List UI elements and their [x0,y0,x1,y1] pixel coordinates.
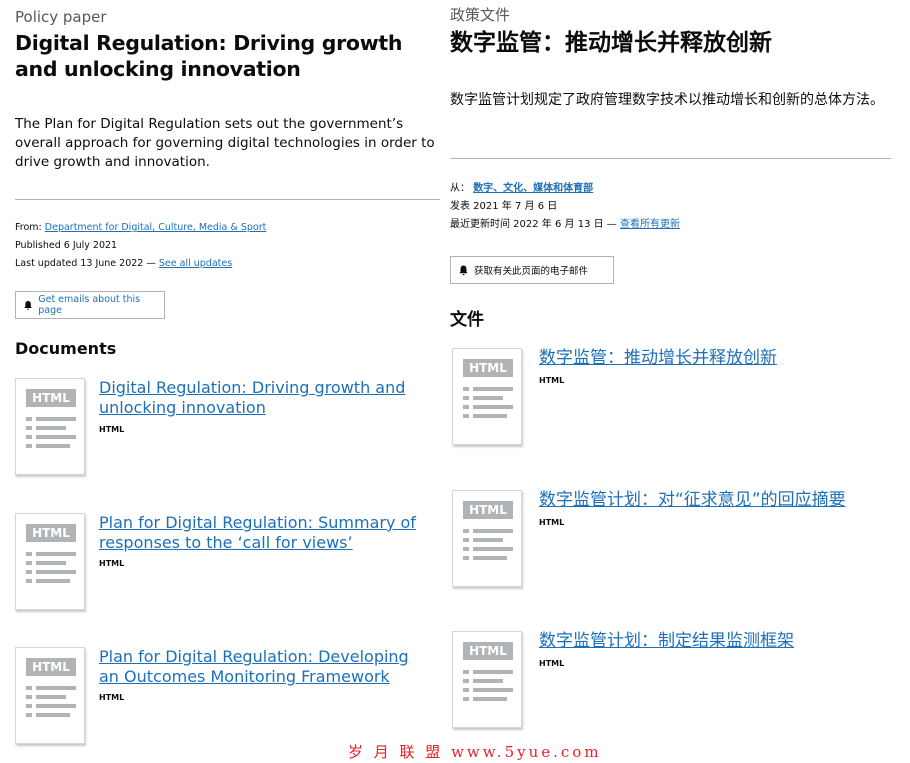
document-link[interactable]: 数字监管计划：制定结果监测框架 [539,631,889,651]
html-badge: HTML [26,389,76,407]
html-badge: HTML [26,658,76,676]
document-link[interactable]: Digital Regulation: Driving growth and u… [99,378,419,418]
document-item: HTML Plan for Digital Regulation: Summar… [15,513,440,613]
bell-icon [24,300,32,310]
page-summary: The Plan for Digital Regulation sets out… [15,116,435,170]
html-badge: HTML [26,524,76,542]
document-thumbnail[interactable]: HTML [452,490,522,587]
get-emails-label: 获取有关此页面的电子邮件 [474,266,589,277]
metadata: From: Department for Digital, Culture, M… [15,219,266,273]
section-divider [15,199,440,200]
document-item: HTML 数字监管计划：对“征求意见”的回应摘要 HTML [450,490,891,590]
document-type: HTML [539,659,565,668]
document-type: HTML [99,425,125,434]
document-link[interactable]: Plan for Digital Regulation: Developing … [99,647,419,687]
meta-from: From: Department for Digital, Culture, M… [15,219,266,237]
organisation-link[interactable]: 数字、文化、媒体和体育部 [473,183,593,194]
page-title: 数字监管：推动增长并释放创新 [450,30,772,56]
metadata: 从： 数字、文化、媒体和体育部 发表 2021 年 7 月 6 日 最近更新时间… [450,180,680,234]
document-link[interactable]: 数字监管：推动增长并释放创新 [539,348,889,368]
document-item: HTML 数字监管：推动增长并释放创新 HTML [450,348,891,448]
meta-updated-text: Last updated 13 June 2022 — [15,258,156,269]
document-lines-icon [463,387,513,423]
meta-from: 从： 数字、文化、媒体和体育部 [450,180,680,198]
document-type: HTML [539,518,565,527]
document-link[interactable]: Plan for Digital Regulation: Summary of … [99,513,419,553]
documents-heading: Documents [15,339,117,358]
document-thumbnail[interactable]: HTML [15,378,85,475]
see-all-updates-link[interactable]: See all updates [159,258,232,269]
document-lines-icon [26,552,76,588]
meta-published: 发表 2021 年 7 月 6 日 [450,201,558,212]
document-thumbnail[interactable]: HTML [452,631,522,728]
page-title: Digital Regulation: Driving growth and u… [15,31,403,81]
document-link[interactable]: 数字监管计划：对“征求意见”的回应摘要 [539,490,889,510]
watermark-text: 岁 月 联 盟 www.5yue.com [348,743,602,761]
document-lines-icon [463,529,513,565]
document-item: HTML Plan for Digital Regulation: Develo… [15,647,440,747]
document-thumbnail[interactable]: HTML [452,348,522,445]
get-emails-button[interactable]: 获取有关此页面的电子邮件 [450,256,614,284]
document-type: HTML [99,693,125,702]
document-type: HTML [99,559,125,568]
document-thumbnail[interactable]: HTML [15,513,85,610]
meta-published: Published 6 July 2021 [15,240,118,251]
bell-icon [459,265,468,275]
document-item: HTML Digital Regulation: Driving growth … [15,378,440,478]
meta-from-label: From: [15,222,42,233]
documents-heading: 文件 [450,310,484,330]
document-item: HTML 数字监管计划：制定结果监测框架 HTML [450,631,891,731]
meta-updated: 最近更新时间 2022 年 6 月 13 日 — 查看所有更新 [450,216,680,234]
meta-updated: Last updated 13 June 2022 — See all upda… [15,255,266,273]
page-caption: Policy paper [15,8,107,26]
organisation-link[interactable]: Department for Digital, Culture, Media &… [45,222,267,233]
document-lines-icon [26,417,76,453]
document-lines-icon [26,686,76,722]
page-caption: 政策文件 [450,6,511,24]
meta-updated-text: 最近更新时间 2022 年 6 月 13 日 — [450,219,617,230]
section-divider [450,158,891,159]
meta-from-label: 从： [450,183,470,194]
page-summary: 数字监管计划规定了政府管理数字技术以推动增长和创新的总体方法。 [450,92,884,108]
html-badge: HTML [463,501,513,519]
document-thumbnail[interactable]: HTML [15,647,85,744]
get-emails-label: Get emails about this page [38,294,141,316]
document-lines-icon [463,670,513,706]
document-type: HTML [539,376,565,385]
html-badge: HTML [463,359,513,377]
see-all-updates-link[interactable]: 查看所有更新 [620,219,680,230]
html-badge: HTML [463,642,513,660]
get-emails-button[interactable]: Get emails about this page [15,291,165,319]
